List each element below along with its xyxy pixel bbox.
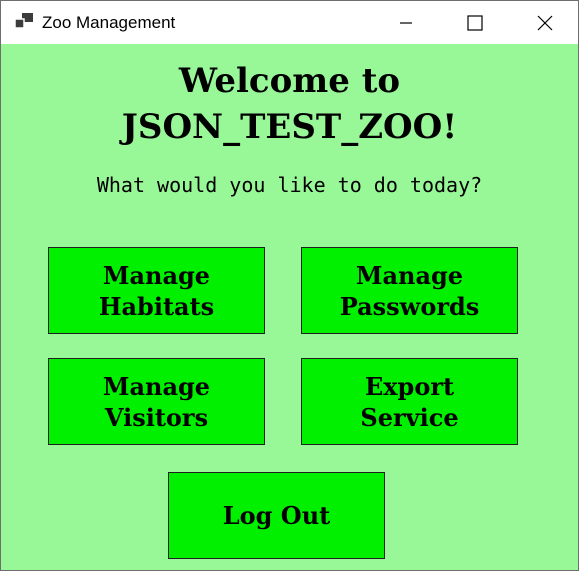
close-button[interactable]	[522, 1, 568, 44]
main-panel: Welcome to JSON_TEST_ZOO! What would you…	[1, 44, 578, 570]
welcome-heading: Welcome to JSON_TEST_ZOO!	[1, 58, 578, 150]
button-label: Log Out	[222, 501, 331, 530]
export-service-button[interactable]: Export Service	[301, 358, 518, 445]
button-label-line-2: Visitors	[104, 402, 209, 432]
maximize-icon	[467, 14, 483, 31]
button-label-line-2: Passwords	[339, 291, 480, 321]
manage-passwords-button[interactable]: Manage Passwords	[301, 247, 518, 334]
button-label-line-1: Manage	[102, 260, 211, 290]
title-bar[interactable]: Zoo Management	[1, 1, 578, 44]
manage-habitats-button[interactable]: Manage Habitats	[48, 247, 265, 334]
minimize-icon	[400, 21, 412, 24]
welcome-line-2: JSON_TEST_ZOO!	[121, 107, 458, 147]
maximize-button[interactable]	[452, 1, 498, 44]
button-label-line-2: Service	[360, 402, 459, 432]
button-label-line-1: Manage	[355, 260, 464, 290]
prompt-text: What would you like to do today?	[96, 173, 483, 197]
button-label-line-2: Habitats	[98, 291, 215, 321]
manage-visitors-button[interactable]: Manage Visitors	[48, 358, 265, 445]
app-window-icon	[15, 13, 33, 29]
zoo-management-window: Zoo Management Welcome to JSON_TEST_ZOO!…	[0, 0, 579, 571]
close-icon	[537, 15, 553, 30]
button-label-line-1: Export	[364, 371, 455, 401]
button-label-line-1: Manage	[102, 371, 211, 401]
window-title: Zoo Management	[42, 13, 176, 32]
welcome-line-1: Welcome to	[178, 61, 401, 101]
log-out-button[interactable]: Log Out	[168, 472, 385, 559]
minimize-button[interactable]	[383, 1, 429, 44]
